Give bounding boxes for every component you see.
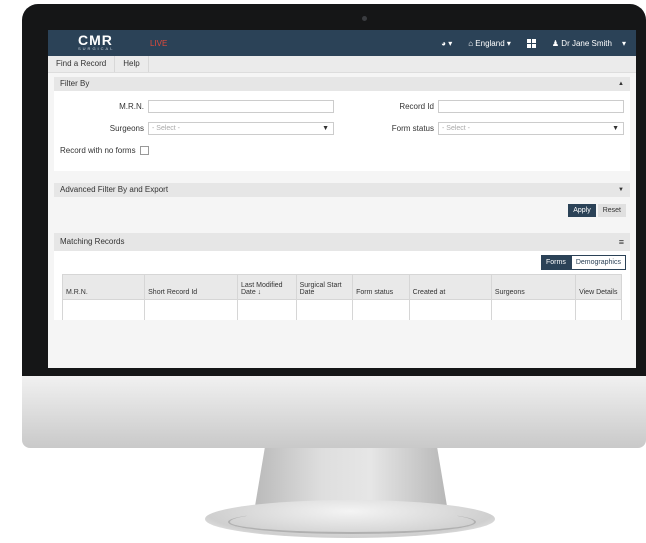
advanced-panel-header[interactable]: Advanced Filter By and Export ▼	[54, 183, 630, 197]
table-header-row: M.R.N. Short Record Id Last Modified Dat…	[61, 274, 622, 300]
apps-grid-icon[interactable]	[526, 38, 536, 48]
col-short-record-id[interactable]: Short Record Id	[144, 274, 238, 300]
live-badge: LIVE	[150, 38, 168, 48]
records-panel: Matching Records ≡ Forms Demographics M.…	[54, 233, 630, 320]
user-name: Dr Jane Smith	[561, 38, 612, 48]
region-menu[interactable]: ⌂ England ▾	[468, 39, 511, 48]
reset-button[interactable]: Reset	[597, 203, 626, 217]
forms-tab[interactable]: Forms	[541, 255, 571, 270]
mrn-label: M.R.N.	[119, 101, 144, 111]
filter-panel: Filter By ▲ M.R.N. Record Id Surgeons - …	[54, 77, 630, 171]
advanced-title: Advanced Filter By and Export	[60, 185, 169, 194]
no-forms-checkbox[interactable]	[139, 145, 149, 155]
col-view-details[interactable]: View Details	[575, 274, 622, 300]
list-menu-icon[interactable]: ≡	[619, 233, 624, 251]
logo-subtext: SURGICAL	[78, 46, 115, 51]
top-navbar: CMR SURGICAL LIVE ◕ ▾ ⌂ England ▾ ♟ Dr J…	[48, 30, 636, 56]
form-status-select[interactable]: - Select - ▼	[438, 121, 624, 135]
demographics-tab[interactable]: Demographics	[570, 255, 626, 270]
menu-help[interactable]: Help	[115, 56, 149, 72]
monitor-chin	[22, 376, 646, 448]
app-screen: CMR SURGICAL LIVE ◕ ▾ ⌂ England ▾ ♟ Dr J…	[48, 30, 636, 368]
expand-icon[interactable]: ▼	[618, 183, 624, 197]
chevron-down-icon: ▼	[612, 124, 619, 132]
advanced-panel: Advanced Filter By and Export ▼	[54, 183, 630, 197]
user-caret-icon[interactable]: ▾	[622, 39, 626, 48]
col-created-at[interactable]: Created at	[408, 274, 492, 300]
surgeons-placeholder: - Select -	[152, 124, 181, 132]
surgeons-label: Surgeons	[109, 123, 144, 133]
records-table: M.R.N. Short Record Id Last Modified Dat…	[61, 274, 622, 320]
logo-text: CMR	[78, 32, 113, 48]
help-menu[interactable]: ◕ ▾	[441, 39, 452, 48]
collapse-icon[interactable]: ▲	[618, 77, 624, 91]
col-surgical-start[interactable]: Surgical Start Date	[295, 274, 354, 300]
main-menu: Find a Record Help	[48, 56, 636, 73]
filter-actions: Apply Reset	[54, 197, 630, 223]
filter-title: Filter By	[60, 79, 90, 88]
help-caret: ▾	[448, 38, 453, 48]
camera-icon	[362, 16, 367, 21]
apply-button[interactable]: Apply	[568, 203, 596, 217]
surgeons-select[interactable]: - Select - ▼	[148, 121, 334, 135]
form-status-placeholder: - Select -	[442, 124, 471, 132]
user-menu[interactable]: ♟ Dr Jane Smith	[552, 39, 612, 48]
records-title: Matching Records	[60, 237, 125, 246]
cmr-logo[interactable]: CMR SURGICAL	[78, 32, 136, 52]
menu-find-record[interactable]: Find a Record	[48, 56, 116, 72]
col-form-status[interactable]: Form status	[352, 274, 410, 300]
records-panel-header: Matching Records ≡	[54, 233, 630, 251]
record-id-label: Record Id	[399, 101, 434, 111]
col-last-modified[interactable]: Last Modified Date ↓	[236, 274, 297, 300]
region-label: England ▾	[475, 38, 511, 48]
view-toggle: Forms Demographics	[54, 251, 630, 274]
no-forms-label: Record with no forms	[60, 145, 136, 155]
home-icon: ⌂	[468, 38, 474, 48]
user-icon: ♟	[551, 38, 560, 48]
monitor-base-edge	[228, 510, 476, 534]
record-id-input[interactable]	[438, 99, 624, 113]
filter-panel-header[interactable]: Filter By ▲	[54, 77, 630, 91]
col-mrn[interactable]: M.R.N.	[61, 274, 146, 300]
mrn-input[interactable]	[148, 99, 334, 113]
help-icon: ◕	[441, 38, 446, 48]
form-status-label: Form status	[391, 123, 434, 133]
table-row	[61, 299, 622, 320]
col-surgeons[interactable]: Surgeons	[490, 274, 577, 300]
chevron-down-icon: ▼	[322, 124, 329, 132]
